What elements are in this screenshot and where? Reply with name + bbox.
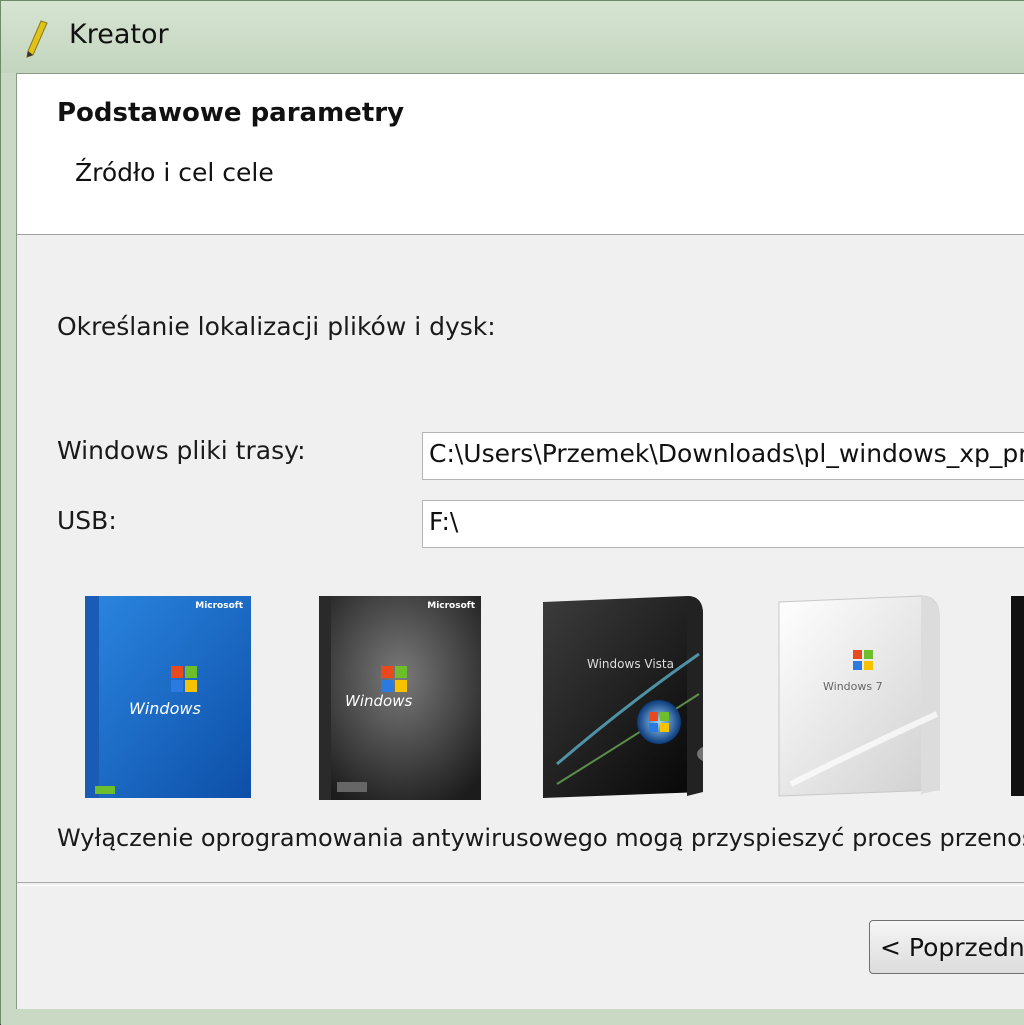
svg-text:Windows: Windows [345,692,412,710]
footer-divider [17,882,1024,886]
windows-vista-ultimate-box: Windows Vista [543,596,737,798]
wizard-window: Kreator Podstawowe parametry Źródło i ce… [0,0,1024,1025]
usb-label: USB: [57,506,117,535]
windows-files-path-input[interactable]: C:\Users\Przemek\Downloads\pl_windows_xp… [422,432,1024,480]
svg-text:Microsoft: Microsoft [427,601,475,611]
svg-text:Microsoft: Microsoft [195,601,243,611]
svg-text:Windows Vista: Windows Vista [587,657,674,671]
pencil-lightning-icon [26,20,48,58]
window-title: Kreator [69,19,169,50]
windows-7-box: Windows 7 [778,595,940,797]
previous-button[interactable]: < Poprzedni [869,920,1024,974]
usb-drive-input[interactable]: F:\ [422,500,1024,548]
svg-text:Windows 7: Windows 7 [823,680,883,693]
antivirus-note: Wyłączenie oprogramowania antywirusowego… [57,824,1024,852]
window-bottom-border [1,1009,1024,1025]
title-bar[interactable]: Kreator [1,1,1024,73]
windows-xp-professional-box: Microsoft Windows [85,596,251,798]
windows-xp-media-center-box: Microsoft Windows [319,596,481,800]
wizard-client-area: Podstawowe parametry Źródło i cel cele O… [16,73,1024,1010]
locations-label: Określanie lokalizacji plików i dysk: [57,312,496,341]
svg-text:Windows: Windows [129,699,201,718]
page-title: Podstawowe parametry [57,98,405,128]
windows-box-partial [1011,596,1024,796]
wizard-header: Podstawowe parametry Źródło i cel cele [17,74,1024,235]
windows-files-label: Windows pliki trasy: [57,436,306,465]
page-subtitle: Źródło i cel cele [75,158,274,187]
